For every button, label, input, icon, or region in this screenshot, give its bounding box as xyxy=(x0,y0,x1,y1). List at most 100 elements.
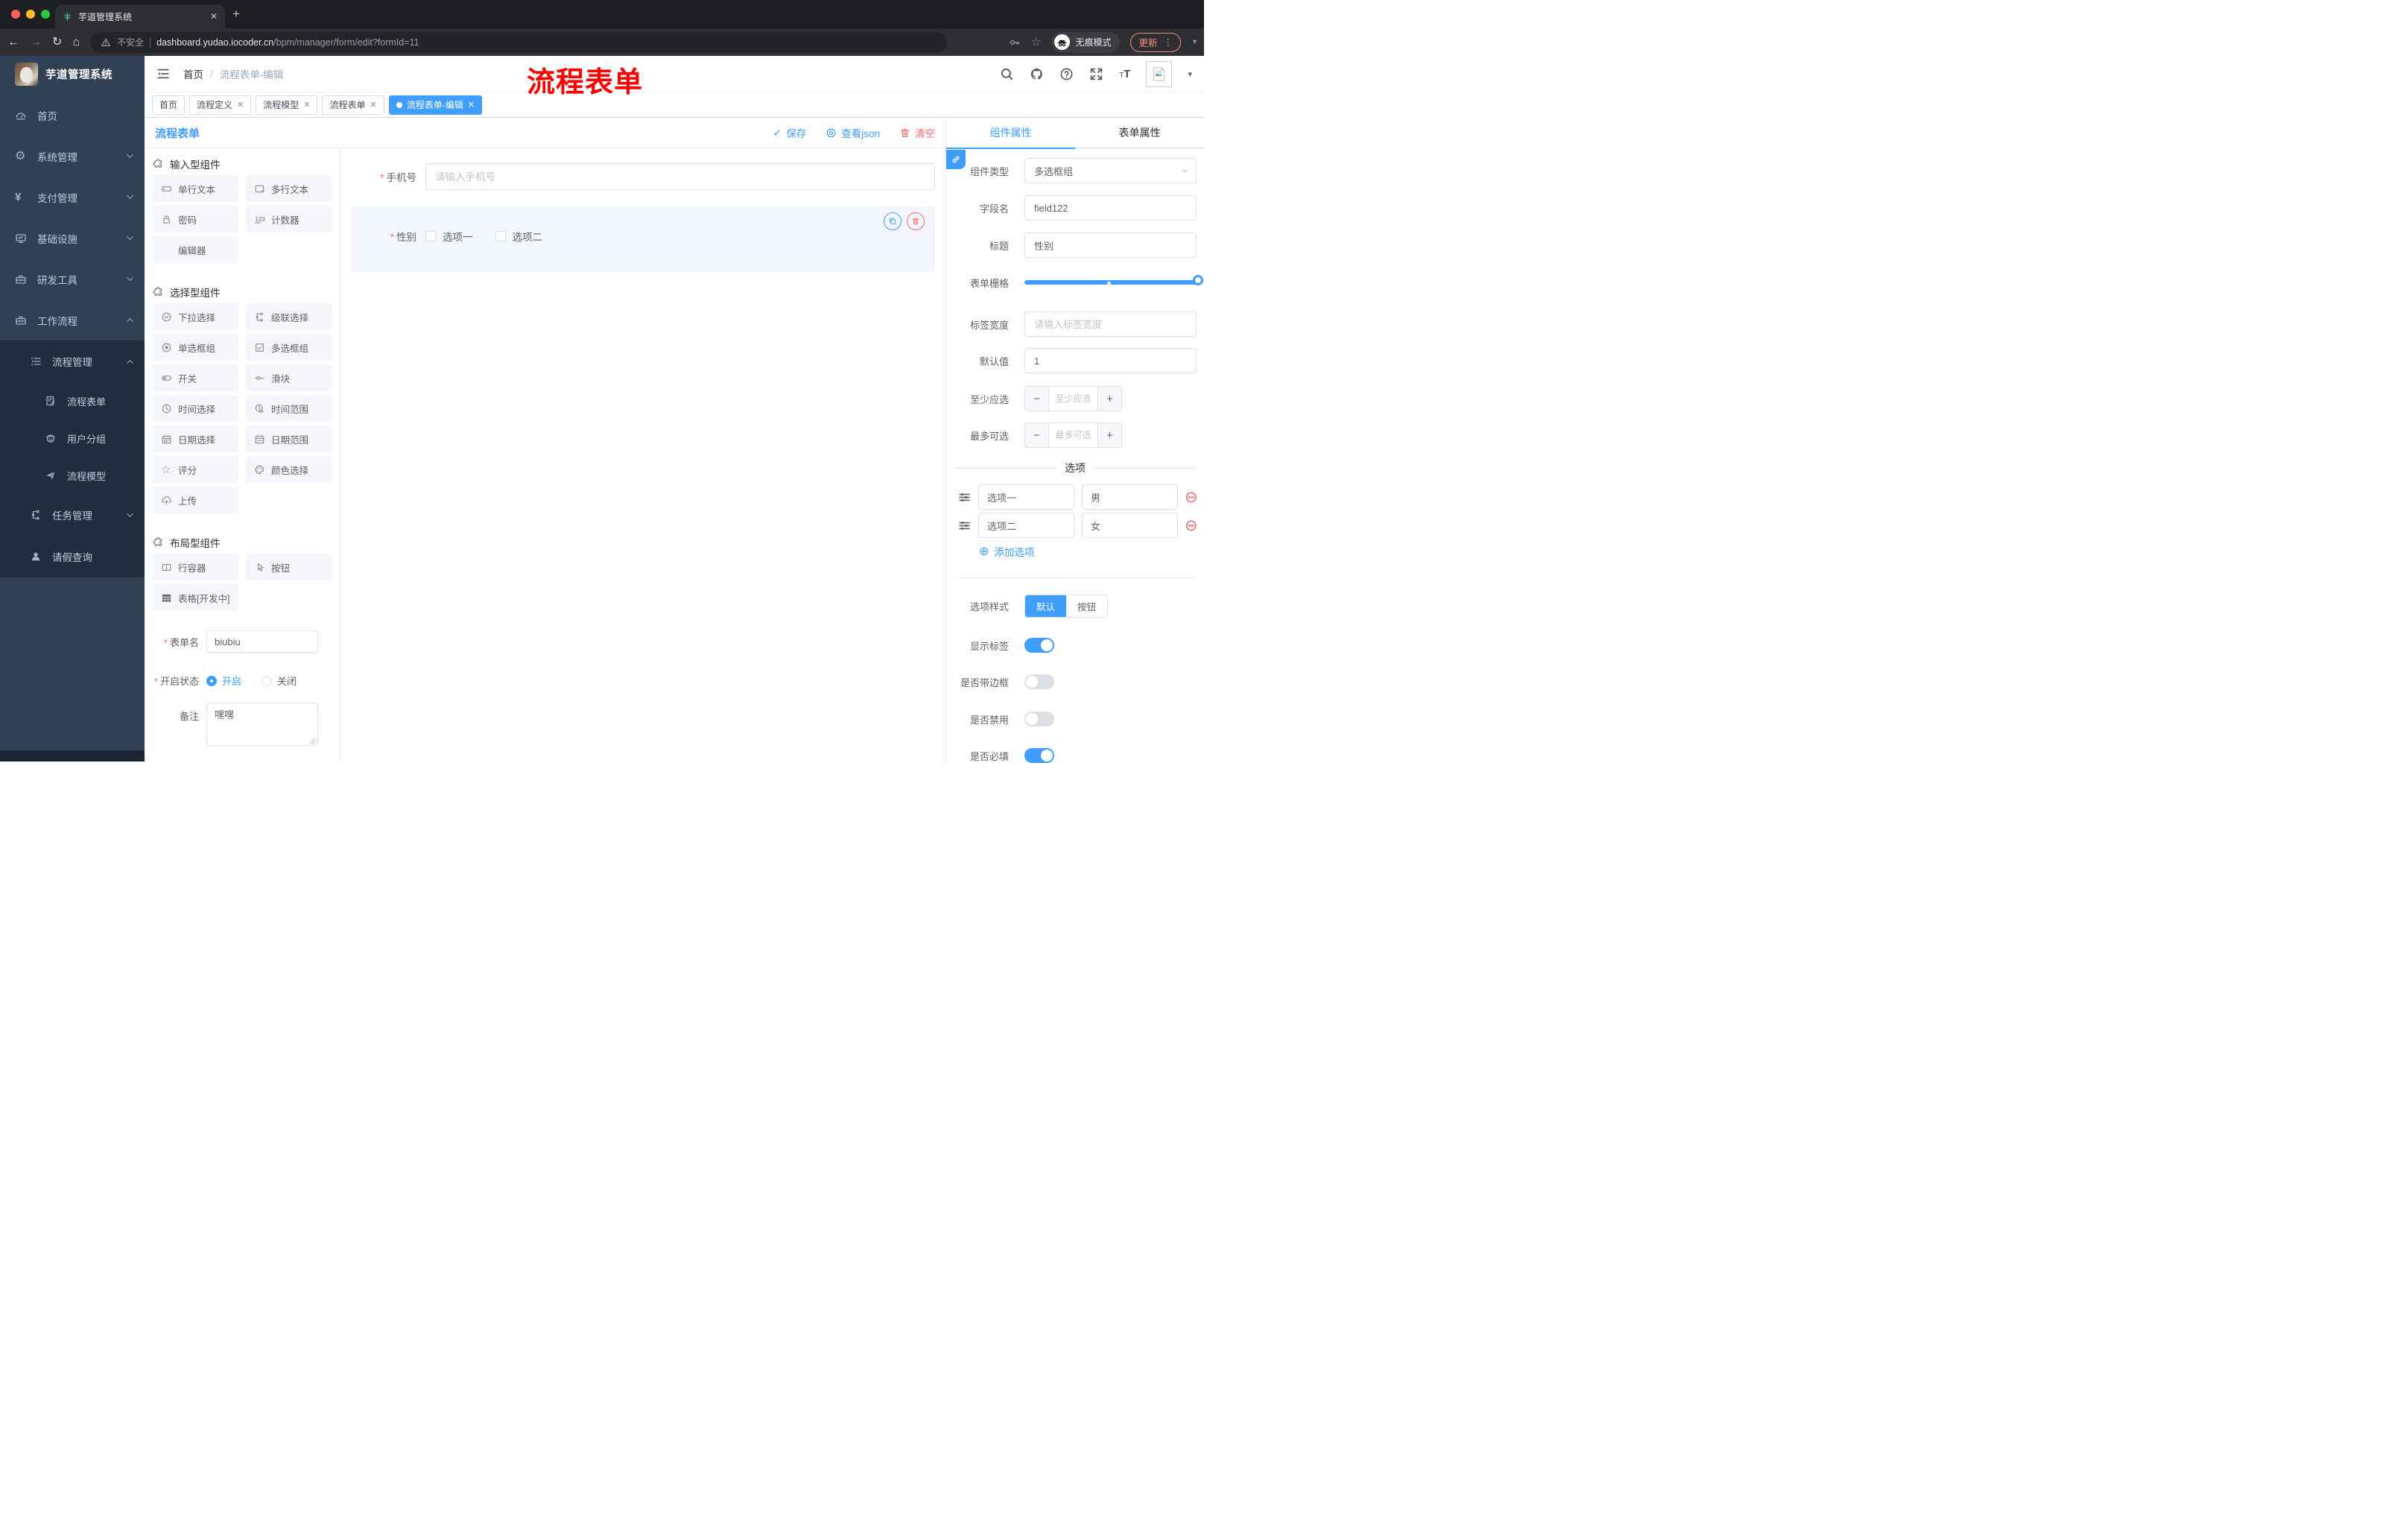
component-time-picker[interactable]: 时间选择 xyxy=(153,395,238,422)
component-rate[interactable]: ☆ 评分 xyxy=(153,456,238,483)
sidebar-item-process-model[interactable]: 流程模型 xyxy=(0,457,145,494)
window-close-button[interactable] xyxy=(11,10,20,19)
gender-checkbox-1[interactable] xyxy=(425,231,436,241)
component-counter[interactable]: 计数器 xyxy=(246,206,332,232)
gender-option-2-label[interactable]: 选项二 xyxy=(513,229,543,244)
sidebar-item-payment[interactable]: ¥ 支付管理 xyxy=(0,177,145,218)
gender-checkbox-2[interactable] xyxy=(495,231,506,241)
hamburger-icon[interactable] xyxy=(156,67,170,80)
required-toggle[interactable] xyxy=(1024,748,1054,763)
resize-handle[interactable] xyxy=(309,738,316,744)
save-button[interactable]: ✓ 保存 xyxy=(773,125,807,140)
status-off-label[interactable]: 关闭 xyxy=(277,674,297,688)
add-option-link[interactable]: ⊕ 添加选项 xyxy=(979,544,1034,559)
sidebar-item-leave-query[interactable]: 请假查询 xyxy=(0,536,145,577)
form-remark-textarea[interactable]: 嘿嘿 xyxy=(206,703,318,746)
component-time-range[interactable]: 时间范围 xyxy=(246,395,332,422)
plus-button[interactable]: + xyxy=(1098,423,1121,447)
component-password[interactable]: 密码 xyxy=(153,206,238,232)
style-button-button[interactable]: 按钮 xyxy=(1066,595,1108,617)
component-single-text[interactable]: 单行文本 xyxy=(153,175,238,202)
nav-tab-home[interactable]: 首页 xyxy=(152,95,186,115)
component-radio-group[interactable]: 单选框组 xyxy=(153,334,238,361)
sidebar-item-task-mgmt[interactable]: 任务管理 xyxy=(0,494,145,536)
component-button[interactable]: 按钮 xyxy=(246,554,332,580)
key-icon[interactable] xyxy=(1009,37,1021,48)
browser-tab[interactable]: 芋道管理系统 ✕ xyxy=(55,4,225,28)
sidebar-item-system[interactable]: ⚙ 系统管理 xyxy=(0,136,145,177)
component-upload[interactable]: 上传 xyxy=(153,487,238,513)
disabled-toggle[interactable] xyxy=(1024,712,1054,726)
close-icon[interactable]: ✕ xyxy=(303,100,310,110)
type-select[interactable]: 多选框组 xyxy=(1024,158,1197,183)
form-canvas[interactable]: 手机号 性别 选项一 选项二 xyxy=(340,148,945,762)
sidebar-item-workflow[interactable]: 工作流程 xyxy=(0,300,145,341)
plus-button[interactable]: + xyxy=(1098,387,1121,411)
option-1-label-input[interactable] xyxy=(978,484,1074,510)
border-toggle[interactable] xyxy=(1024,674,1054,689)
canvas-field-gender-selected[interactable]: 性别 选项一 选项二 xyxy=(351,206,935,272)
sidebar-item-devtools[interactable]: 研发工具 xyxy=(0,259,145,300)
clear-button[interactable]: 清空 xyxy=(899,125,935,140)
breadcrumb-home[interactable]: 首页 xyxy=(183,66,203,81)
style-default-button[interactable]: 默认 xyxy=(1025,595,1067,617)
sidebar-item-infra[interactable]: 基础设施 xyxy=(0,218,145,259)
font-size-icon[interactable]: TT xyxy=(1119,68,1130,80)
component-cascader[interactable]: 级联选择 xyxy=(246,303,332,330)
close-icon[interactable]: ✕ xyxy=(468,100,475,110)
show-label-toggle[interactable] xyxy=(1024,638,1054,653)
sidebar-item-user-group[interactable]: 用户分组 xyxy=(0,419,145,457)
close-icon[interactable]: ✕ xyxy=(237,100,244,110)
help-icon[interactable] xyxy=(1059,67,1074,81)
avatar[interactable] xyxy=(1146,60,1173,87)
github-icon[interactable] xyxy=(1030,67,1044,81)
default-value-input[interactable] xyxy=(1024,348,1197,373)
component-date-picker[interactable]: 日期选择 xyxy=(153,425,238,452)
component-multi-text[interactable]: 多行文本 xyxy=(246,175,332,202)
drag-handle-icon[interactable] xyxy=(958,491,971,504)
grid-slider[interactable] xyxy=(1024,270,1203,295)
forward-icon[interactable]: → xyxy=(30,36,42,48)
sidebar-item-process-mgmt[interactable]: 流程管理 xyxy=(0,341,145,382)
nav-tab-process-form[interactable]: 流程表单 ✕ xyxy=(322,95,384,115)
search-icon[interactable] xyxy=(1000,67,1014,81)
reload-icon[interactable]: ↻ xyxy=(52,36,62,48)
field-name-input[interactable] xyxy=(1024,195,1197,221)
status-off-radio[interactable] xyxy=(262,675,273,686)
browser-menu-icon[interactable]: ⋮ xyxy=(1163,37,1173,48)
bookmark-star-icon[interactable]: ☆ xyxy=(1031,37,1041,48)
home-icon[interactable]: ⌂ xyxy=(72,36,80,48)
window-minimize-button[interactable] xyxy=(26,10,35,19)
tab-form-props[interactable]: 表单属性 xyxy=(1075,118,1204,148)
component-select[interactable]: 下拉选择 xyxy=(153,303,238,330)
component-editor[interactable]: 编辑器 xyxy=(153,236,238,263)
tab-component-props[interactable]: 组件属性 xyxy=(946,118,1075,148)
component-date-range[interactable]: 日期范围 xyxy=(246,425,332,452)
component-table[interactable]: 表格[开发中] xyxy=(153,584,238,611)
fullscreen-icon[interactable] xyxy=(1089,67,1103,81)
option-2-value-input[interactable] xyxy=(1082,513,1178,538)
title-input[interactable] xyxy=(1024,232,1197,258)
update-button[interactable]: 更新 ⋮ xyxy=(1130,32,1181,52)
nav-tab-process-form-edit[interactable]: 流程表单-编辑 ✕ xyxy=(388,95,482,115)
phone-input[interactable] xyxy=(425,163,935,190)
canvas-field-phone[interactable]: 手机号 xyxy=(351,163,935,190)
gender-option-1-label[interactable]: 选项一 xyxy=(443,229,473,244)
sidebar-item-home[interactable]: 首页 xyxy=(0,95,145,136)
component-color-picker[interactable]: 颜色选择 xyxy=(246,456,332,483)
address-bar[interactable]: 不安全 dashboard.yudao.iocoder.cn/bpm/manag… xyxy=(90,31,948,53)
back-icon[interactable]: ← xyxy=(7,36,19,48)
sidebar-item-process-form[interactable]: 流程表单 xyxy=(0,382,145,419)
avatar-caret-icon[interactable]: ▾ xyxy=(1188,69,1192,79)
window-caret-icon[interactable]: ▾ xyxy=(1193,38,1197,46)
nav-tab-process-def[interactable]: 流程定义 ✕ xyxy=(189,95,252,115)
nav-tab-process-model[interactable]: 流程模型 ✕ xyxy=(256,95,318,115)
slider-handle[interactable] xyxy=(1193,275,1203,285)
new-tab-button[interactable]: + xyxy=(232,7,240,20)
remove-option-icon[interactable]: ⊖ xyxy=(1185,490,1198,505)
window-zoom-button[interactable] xyxy=(41,10,50,19)
component-checkbox-group[interactable]: 多选框组 xyxy=(246,334,332,361)
max-stepper-input[interactable] xyxy=(1048,423,1098,447)
option-1-value-input[interactable] xyxy=(1082,484,1178,510)
status-on-label[interactable]: 开启 xyxy=(222,674,241,688)
